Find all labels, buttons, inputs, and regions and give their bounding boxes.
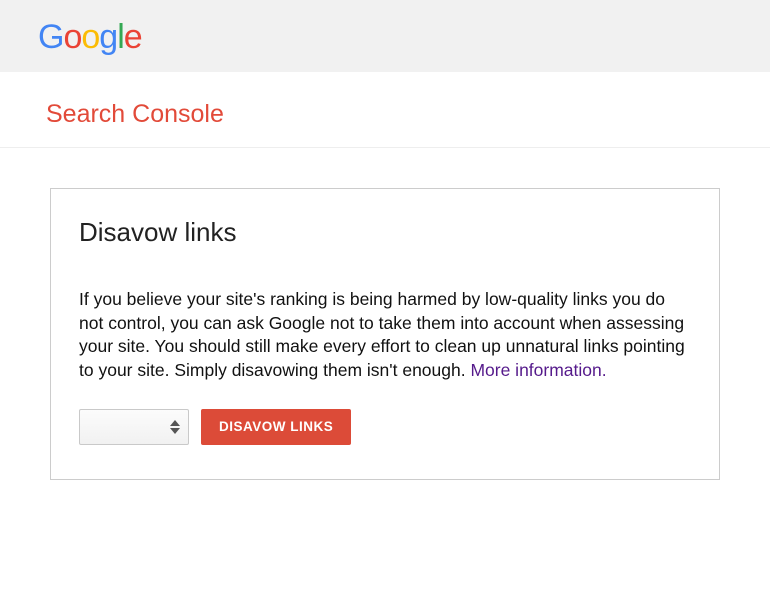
- top-bar: Google: [0, 0, 770, 72]
- more-information-link[interactable]: More information.: [470, 360, 606, 380]
- disavow-card: Disavow links If you believe your site's…: [50, 188, 720, 480]
- page-title: Search Console: [46, 100, 770, 129]
- select-arrows-icon: [170, 420, 180, 434]
- controls-row: DISAVOW LINKS: [79, 409, 691, 445]
- logo-letter-o2: o: [81, 18, 99, 56]
- logo-letter-g1: G: [38, 18, 63, 56]
- site-select-dropdown[interactable]: [79, 409, 189, 445]
- card-heading: Disavow links: [79, 217, 691, 248]
- disavow-links-button[interactable]: DISAVOW LINKS: [201, 409, 351, 445]
- google-logo: Google: [38, 18, 142, 56]
- logo-letter-o1: o: [63, 18, 81, 56]
- logo-letter-e: e: [124, 18, 142, 56]
- content: Disavow links If you believe your site's…: [0, 148, 770, 480]
- card-body: If you believe your site's ranking is be…: [79, 288, 691, 383]
- sub-header: Search Console: [0, 72, 770, 148]
- logo-letter-g2: g: [99, 18, 117, 56]
